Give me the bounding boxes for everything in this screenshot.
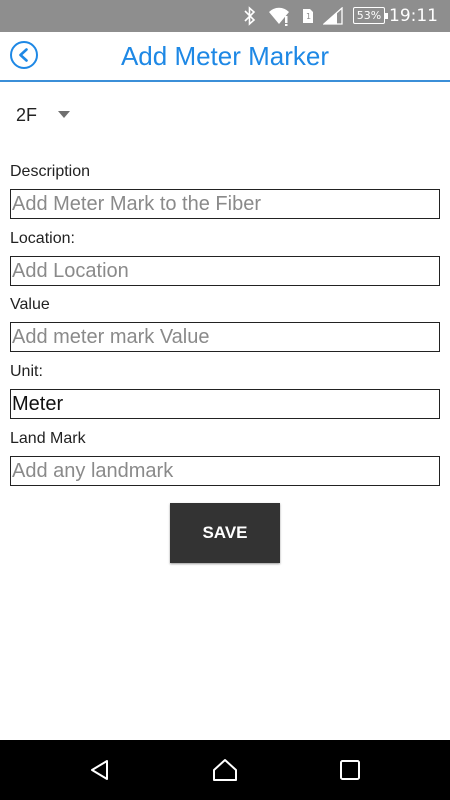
system-nav-bar [0, 740, 450, 800]
status-bar: 1 53% 19:11 [0, 0, 450, 32]
floor-dropdown[interactable]: 2F [16, 102, 86, 128]
dropdown-caret-icon [58, 111, 70, 118]
status-time: 19:11 [389, 6, 438, 26]
nav-back-button[interactable] [85, 755, 115, 785]
description-input[interactable] [10, 189, 440, 219]
value-label: Value [10, 296, 50, 313]
unit-label: Unit: [10, 363, 43, 380]
svg-text:1: 1 [306, 12, 311, 21]
nav-recents-button[interactable] [335, 755, 365, 785]
location-input[interactable] [10, 256, 440, 286]
nav-home-button[interactable] [210, 755, 240, 785]
signal-icon [322, 6, 344, 26]
battery-icon: 53% [353, 7, 388, 24]
value-input[interactable] [10, 322, 440, 352]
landmark-input[interactable] [10, 456, 440, 486]
app-bar: Add Meter Marker [0, 32, 450, 82]
recents-icon [340, 760, 360, 780]
bluetooth-icon [242, 6, 258, 26]
back-triangle-icon [91, 760, 108, 780]
dropdown-selected-value: 2F [16, 104, 38, 125]
landmark-label: Land Mark [10, 430, 86, 447]
description-label: Description [10, 163, 91, 180]
location-label: Location: [10, 230, 75, 247]
save-button[interactable]: SAVE [170, 503, 280, 563]
add-meter-marker-screen: 1 53% 19:11 Add Meter Marker 2F Descript… [0, 0, 450, 800]
home-icon [213, 759, 237, 781]
wifi-icon [266, 6, 292, 26]
sim-icon: 1 [300, 6, 316, 26]
unit-input[interactable] [10, 389, 440, 419]
page-title: Add Meter Marker [120, 41, 330, 71]
